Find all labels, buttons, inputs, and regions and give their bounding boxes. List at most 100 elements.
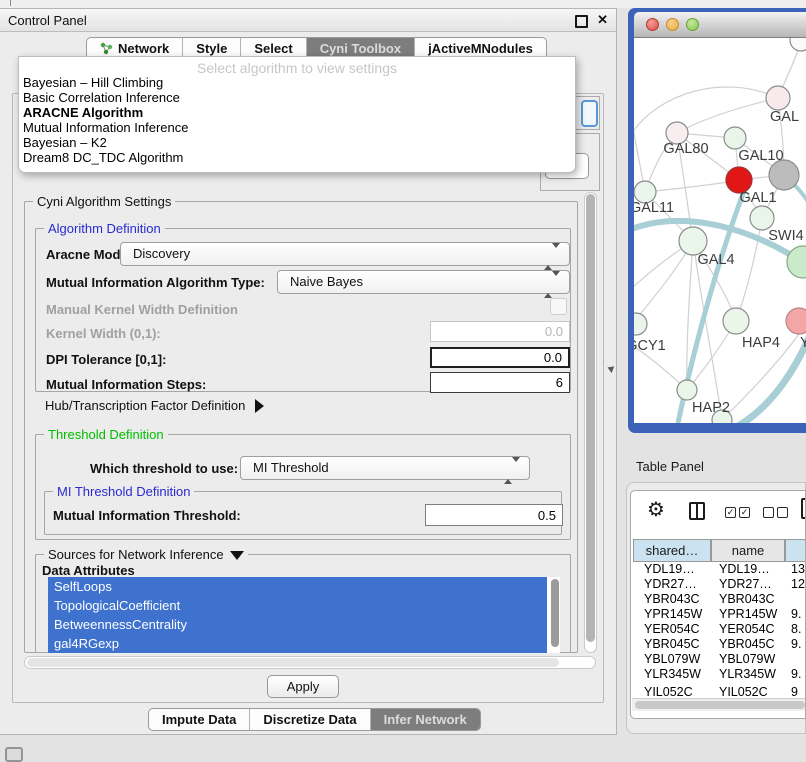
mac-close-button[interactable] xyxy=(646,18,659,31)
kernel-width-field[interactable] xyxy=(430,321,570,342)
network-node[interactable] xyxy=(790,38,806,51)
algorithm-option[interactable]: Bayesian – K2 xyxy=(19,135,575,150)
column-header-name[interactable]: name xyxy=(711,539,785,562)
collapse-down-icon xyxy=(230,551,244,560)
gear-icon[interactable]: ⚙ xyxy=(647,497,665,521)
svg-text:HAP2: HAP2 xyxy=(692,400,730,416)
algorithm-dropdown-popup: Select algorithm to view settings Bayesi… xyxy=(18,56,576,173)
svg-text:GAL80: GAL80 xyxy=(663,141,708,157)
algorithm-placeholder: Select algorithm to view settings xyxy=(19,60,575,75)
network-window-titlebar[interactable] xyxy=(634,12,806,38)
dpi-tolerance-label: DPI Tolerance [0,1]: xyxy=(46,352,166,367)
network-node[interactable] xyxy=(786,308,806,334)
attribute-item[interactable]: TopologicalCoefficient xyxy=(48,596,547,615)
network-node[interactable] xyxy=(787,246,806,278)
docked-panel-icon[interactable] xyxy=(5,747,23,762)
mi-type-combo[interactable]: Naive Bayes xyxy=(277,270,570,294)
manual-kernel-label: Manual Kernel Width Definition xyxy=(46,302,238,317)
svg-text:Y: Y xyxy=(800,335,806,351)
svg-text:GAL10: GAL10 xyxy=(738,148,783,164)
mi-threshold-field[interactable] xyxy=(425,504,563,526)
which-threshold-combo[interactable]: MI Threshold xyxy=(240,456,530,480)
settings-horizontal-scrollbar[interactable] xyxy=(24,656,596,669)
tab-impute-data[interactable]: Impute Data xyxy=(149,709,249,730)
stepper-arrows-icon xyxy=(504,462,520,480)
network-icon xyxy=(100,42,113,55)
aracne-mode-combo[interactable]: Discovery xyxy=(120,242,570,266)
float-window-icon[interactable] xyxy=(575,15,588,28)
settings-vertical-scrollbar[interactable] xyxy=(584,192,597,653)
attribute-item[interactable]: BetweennessCentrality xyxy=(48,615,547,634)
algorithm-option[interactable]: Dream8 DC_TDC Algorithm xyxy=(19,150,575,165)
attribute-item[interactable]: SelfLoops xyxy=(48,577,547,596)
close-icon[interactable]: ✕ xyxy=(597,12,608,28)
control-panel-title: Control Panel xyxy=(8,13,87,28)
manual-kernel-checkbox[interactable] xyxy=(550,298,567,315)
network-node[interactable] xyxy=(769,160,799,190)
deselect-all-checkbox-icon[interactable] xyxy=(777,507,788,518)
svg-text:SWI4: SWI4 xyxy=(768,228,803,244)
network-node[interactable] xyxy=(677,380,697,400)
mi-steps-field[interactable] xyxy=(430,372,570,393)
table-row[interactable]: YBR043CYBR043C xyxy=(633,592,806,607)
column-header-cut[interactable] xyxy=(785,539,806,562)
export-table-icon[interactable] xyxy=(801,498,806,519)
scrollbar-thumb[interactable] xyxy=(27,658,559,667)
network-canvas[interactable]: GAL GAL80 GAL10 GAL1 GAL11 SWI4 GAL4 GCY… xyxy=(634,38,806,423)
scrollbar-thumb[interactable] xyxy=(586,194,595,642)
network-node[interactable] xyxy=(750,206,774,230)
deselect-all-checkbox-icon[interactable] xyxy=(763,507,774,518)
list-scrollbar-thumb[interactable] xyxy=(551,579,559,647)
show-columns-icon[interactable] xyxy=(689,502,705,520)
node-table: ⚙ ✓ ✓ shared… name YDL19…YDL19…13 YDR27…… xyxy=(630,490,806,719)
sources-group: Sources for Network Inference Data Attri… xyxy=(35,554,571,653)
mi-type-label: Mutual Information Algorithm Type: xyxy=(46,275,265,290)
algorithm-definition-title: Algorithm Definition xyxy=(44,221,165,236)
network-node-labels: GAL GAL80 GAL10 GAL1 GAL11 SWI4 GAL4 GCY… xyxy=(634,109,806,416)
hub-factor-expander[interactable]: Hub/Transcription Factor Definition xyxy=(45,398,264,413)
table-row[interactable]: YER054CYER054C8. xyxy=(633,622,806,637)
tab-infer-network[interactable]: Infer Network xyxy=(370,709,480,730)
attribute-item[interactable]: gal4RGexp xyxy=(48,634,547,653)
network-node[interactable] xyxy=(634,313,647,335)
select-all-checkbox-icon[interactable]: ✓ xyxy=(725,507,736,518)
algorithm-option-selected[interactable]: ARACNE Algorithm xyxy=(19,105,575,120)
algorithm-option[interactable]: Bayesian – Hill Climbing xyxy=(19,75,575,90)
top-tick xyxy=(10,0,11,6)
stepper-arrows-icon xyxy=(544,248,560,266)
select-all-checkbox-icon[interactable]: ✓ xyxy=(739,507,750,518)
column-header-shared[interactable]: shared… xyxy=(633,539,711,562)
mac-minimize-button[interactable] xyxy=(666,18,679,31)
apply-button[interactable]: Apply xyxy=(267,675,339,698)
stepper-arrows-icon xyxy=(544,276,560,294)
threshold-definition-title: Threshold Definition xyxy=(44,427,168,442)
mac-zoom-button[interactable] xyxy=(686,18,699,31)
table-row[interactable]: YLR345WYLR345W9. xyxy=(633,667,806,682)
data-attributes-label: Data Attributes xyxy=(42,563,135,578)
algorithm-option[interactable]: Basic Correlation Inference xyxy=(19,90,575,105)
table-row[interactable]: YBL079WYBL079W xyxy=(633,652,806,667)
network-node[interactable] xyxy=(679,227,707,255)
dpi-tolerance-field[interactable] xyxy=(430,347,570,368)
algorithm-option[interactable]: Mutual Information Inference xyxy=(19,120,575,135)
control-panel-titlebar: Control Panel ✕ xyxy=(0,9,616,32)
table-row[interactable]: YDR27…YDR27…12 xyxy=(633,577,806,592)
kernel-width-label: Kernel Width (0,1): xyxy=(46,326,161,341)
table-row[interactable]: YPR145WYPR145W9. xyxy=(633,607,806,622)
settings-group-title: Cyni Algorithm Settings xyxy=(33,194,175,209)
table-row[interactable]: YBR045CYBR045C9. xyxy=(633,637,806,652)
svg-text:GAL: GAL xyxy=(770,109,799,125)
tab-discretize-data-label: Discretize Data xyxy=(263,709,356,731)
table-row[interactable]: YDL19…YDL19…13 xyxy=(633,562,806,577)
network-node[interactable] xyxy=(723,308,749,334)
network-node[interactable] xyxy=(724,127,746,149)
table-horizontal-scrollbar[interactable] xyxy=(632,698,806,711)
mi-steps-label: Mutual Information Steps: xyxy=(46,377,206,392)
tab-discretize-data[interactable]: Discretize Data xyxy=(249,709,369,730)
scrollbar-thumb[interactable] xyxy=(635,701,805,709)
focused-combo-button-fragment[interactable] xyxy=(581,100,598,127)
data-attributes-list: SelfLoops TopologicalCoefficient Between… xyxy=(48,577,560,653)
network-node[interactable] xyxy=(766,86,790,110)
svg-text:HAP4: HAP4 xyxy=(742,335,780,351)
mi-threshold-label: Mutual Information Threshold: xyxy=(53,508,241,523)
